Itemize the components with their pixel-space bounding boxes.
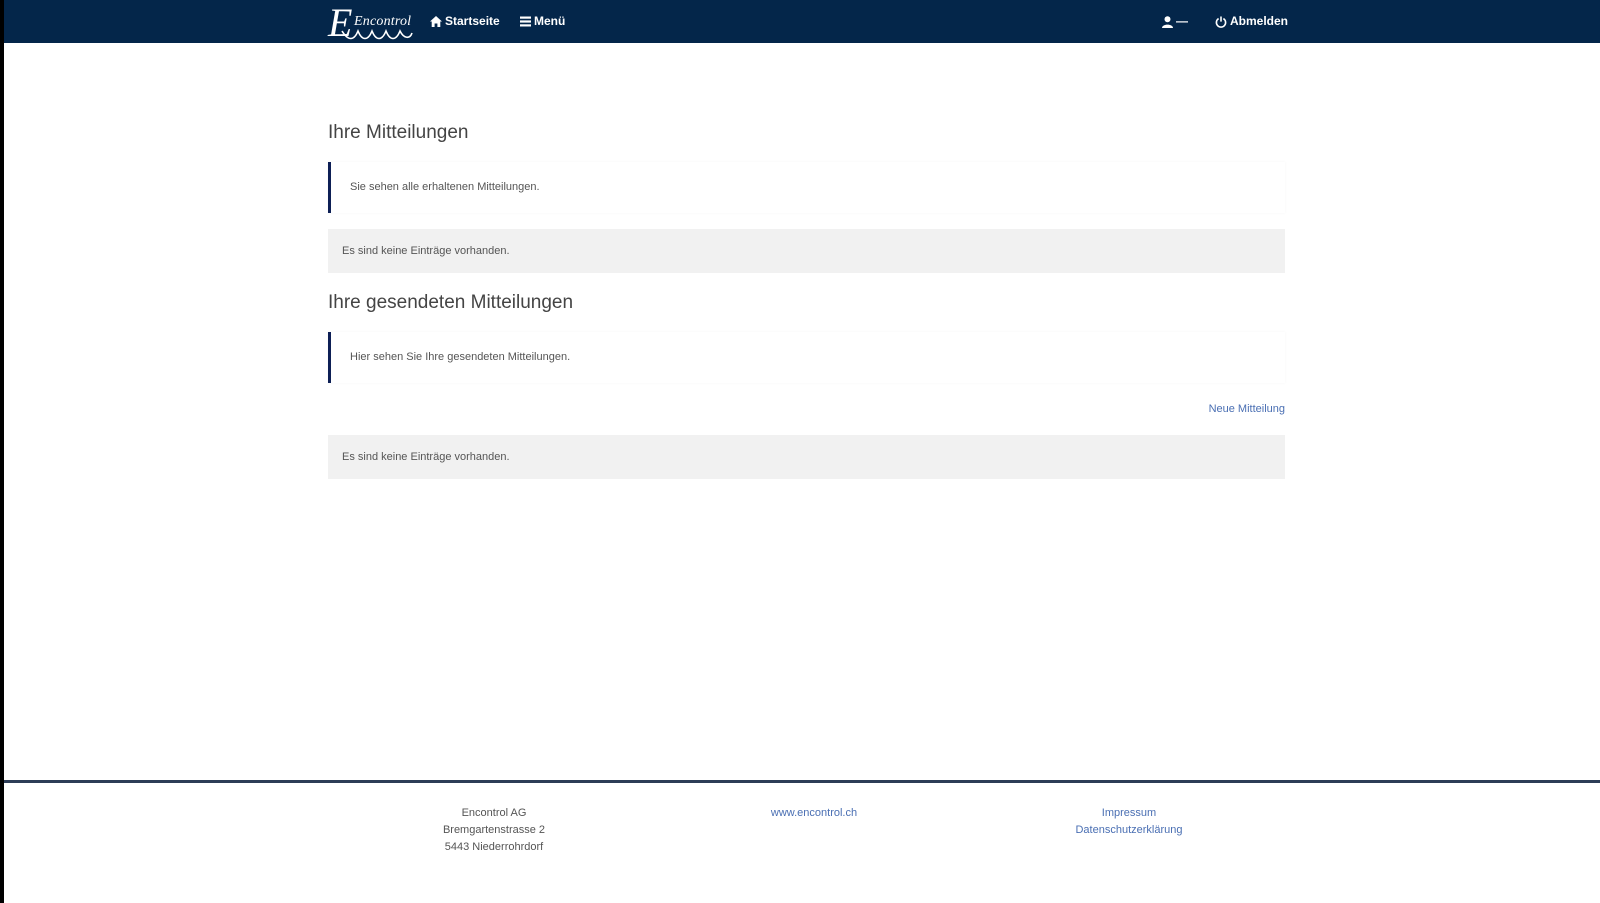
user-icon (1162, 15, 1173, 28)
home-icon (430, 16, 442, 27)
received-empty-state: Es sind keine Einträge vorhanden. (328, 229, 1285, 273)
menu-list-icon (520, 16, 531, 27)
nav-home-link[interactable]: Startseite (430, 0, 500, 43)
nav-menu-link[interactable]: Menü (520, 0, 565, 43)
sent-messages-title: Ihre gesendeten Mitteilungen (328, 292, 574, 313)
brand-logo[interactable]: E Encontrol (328, 0, 418, 45)
logo-wave-icon (341, 28, 413, 40)
footer-imprint-link[interactable]: Impressum (1029, 805, 1229, 822)
new-message-link[interactable]: Neue Mitteilung (1209, 403, 1285, 415)
sent-info-callout: Hier sehen Sie Ihre gesendeten Mitteilun… (328, 332, 1285, 383)
nav-menu-label: Menü (534, 14, 566, 28)
page-footer: Encontrol AG Bremgartenstrasse 2 5443 Ni… (4, 780, 1600, 903)
power-icon (1215, 16, 1227, 28)
footer-legal: Impressum Datenschutzerklärung (1029, 805, 1229, 839)
footer-company: Encontrol AG (461, 807, 527, 819)
footer-city: 5443 Niederrohrdorf (444, 841, 544, 853)
sent-empty-state: Es sind keine Einträge vorhanden. (328, 435, 1285, 479)
logout-button[interactable]: Abmelden (1215, 0, 1288, 43)
footer-website-link[interactable]: www.encontrol.ch (704, 805, 924, 822)
footer-address: Encontrol AG Bremgartenstrasse 2 5443 Ni… (404, 805, 584, 856)
footer-privacy-link[interactable]: Datenschutzerklärung (1029, 822, 1229, 839)
footer-web: www.encontrol.ch (704, 805, 924, 822)
received-messages-title: Ihre Mitteilungen (328, 122, 469, 143)
footer-street: Bremgartenstrasse 2 (442, 824, 546, 836)
nav-home-label: Startseite (445, 14, 500, 28)
navbar-inner: E Encontrol Startseite Menü — Abmelden (328, 0, 1288, 45)
nav-user-label: — (1176, 14, 1188, 28)
logout-label: Abmelden (1230, 14, 1289, 28)
page: E Encontrol Startseite Menü — Abmelden I… (4, 0, 1600, 903)
top-navbar: E Encontrol Startseite Menü — Abmelden (4, 0, 1600, 45)
nav-user-link[interactable]: — (1162, 0, 1188, 43)
received-info-callout: Sie sehen alle erhaltenen Mitteilungen. (328, 162, 1285, 213)
